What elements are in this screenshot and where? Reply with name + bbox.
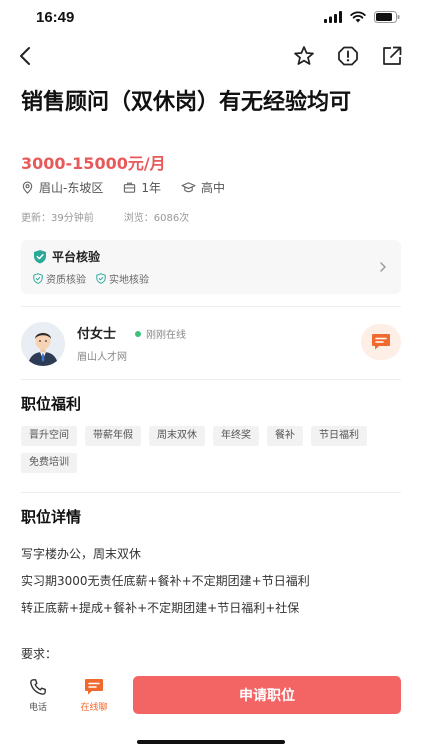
phone-button[interactable]: 电话 xyxy=(18,678,58,713)
chat-bubble-icon xyxy=(372,334,390,350)
back-arrow-icon[interactable] xyxy=(14,44,38,68)
star-favorite-icon[interactable] xyxy=(292,44,316,68)
description-line: 写字楼办公，周末双休 xyxy=(21,547,142,561)
phone-icon xyxy=(30,679,46,695)
verification-tag-qualification: 资质核验 xyxy=(33,271,86,286)
recruiter-name: 付女士 xyxy=(77,327,117,342)
apply-job-button[interactable]: 申请职位 xyxy=(133,676,401,714)
requirements-label: 要求： xyxy=(21,647,58,661)
stats-row: 更新：39分钟前 浏览：6086次 xyxy=(21,209,189,224)
status-time: 16:49 xyxy=(36,9,75,26)
description-line: 转正底薪+提成+餐补+不定期团建+节日福利+社保 xyxy=(21,601,300,615)
briefcase-icon xyxy=(124,182,136,193)
description-line: 实习期3000无责任底薪+餐补+不定期团建+节日福利 xyxy=(21,574,310,588)
divider xyxy=(21,306,401,307)
chat-message-icon xyxy=(85,679,103,695)
phone-label: 电话 xyxy=(28,703,47,713)
location-text: 眉山-东坡区 xyxy=(39,181,104,195)
job-meta-row: 眉山-东坡区 1年 高中 xyxy=(21,179,245,196)
battery-icon xyxy=(374,11,400,23)
benefit-tag: 周末双休 xyxy=(149,426,205,446)
recruiter-avatar[interactable] xyxy=(21,322,65,366)
salary: 3000-15000元/月 xyxy=(21,154,166,173)
verification-tag-label: 资质核验 xyxy=(46,275,86,286)
share-icon[interactable] xyxy=(380,44,404,68)
platform-verification-card[interactable]: 平台核验 资质核验 实地核验 xyxy=(21,240,401,294)
benefit-tag: 节日福利 xyxy=(311,426,367,446)
divider xyxy=(21,379,401,380)
verification-tag-onsite: 实地核验 xyxy=(96,271,149,286)
benefit-tag: 免费培训 xyxy=(21,453,77,473)
job-description: 写字楼办公，周末双休 实习期3000无责任底薪+餐补+不定期团建+节日福利 转正… xyxy=(21,541,401,622)
education-text: 高中 xyxy=(200,181,225,195)
verification-title: 平台核验 xyxy=(33,248,100,265)
recruiter-card[interactable]: 付女士 刚刚在线 眉山人才网 xyxy=(21,322,401,366)
home-indicator xyxy=(137,740,285,744)
view-count: 浏览：6086次 xyxy=(123,213,190,224)
person-avatar-icon xyxy=(21,322,65,366)
wifi-icon xyxy=(350,11,366,23)
online-status-text: 刚刚在线 xyxy=(146,330,186,341)
benefits-list: 晋升空间 带薪年假 周末双休 年终奖 餐补 节日福利 免费培训 xyxy=(21,426,401,473)
verification-tag-label: 实地核验 xyxy=(109,275,149,286)
chat-recruiter-button[interactable] xyxy=(361,324,401,360)
small-shield-check-icon xyxy=(96,273,106,284)
nav-bar xyxy=(0,40,422,74)
experience-text: 1年 xyxy=(141,181,161,195)
education-meta: 高中 xyxy=(181,179,225,196)
location-pin-icon xyxy=(22,181,33,194)
online-status: 刚刚在线 xyxy=(135,326,186,341)
chevron-right-icon xyxy=(380,262,386,272)
verification-tags: 资质核验 实地核验 xyxy=(33,271,149,286)
online-chat-button[interactable]: 在线聊 xyxy=(74,678,114,713)
small-shield-check-icon xyxy=(33,273,43,284)
signal-icon xyxy=(324,11,342,23)
report-warning-icon[interactable] xyxy=(336,44,360,68)
updated-time: 更新：39分钟前 xyxy=(21,213,94,224)
status-bar: 16:49 xyxy=(0,0,422,36)
experience-meta: 1年 xyxy=(123,179,161,196)
benefits-title: 职位福利 xyxy=(21,395,82,413)
details-title: 职位详情 xyxy=(21,508,82,526)
benefit-tag: 带薪年假 xyxy=(85,426,141,446)
benefit-tag: 餐补 xyxy=(267,426,303,446)
divider xyxy=(21,492,401,493)
online-dot-icon xyxy=(135,330,141,337)
verification-title-text: 平台核验 xyxy=(52,250,101,264)
location-meta: 眉山-东坡区 xyxy=(21,179,103,196)
bottom-action-bar: 电话 在线聊 申请职位 xyxy=(0,668,422,750)
job-title: 销售顾问（双休岗）有无经验均可 xyxy=(21,90,352,115)
status-icons xyxy=(324,11,400,23)
chat-label: 在线聊 xyxy=(80,703,108,713)
recruiter-company: 眉山人才网 xyxy=(77,352,127,363)
verified-shield-icon xyxy=(34,250,46,264)
benefit-tag: 晋升空间 xyxy=(21,426,77,446)
benefit-tag: 年终奖 xyxy=(213,426,259,446)
graduation-cap-icon xyxy=(181,182,196,193)
